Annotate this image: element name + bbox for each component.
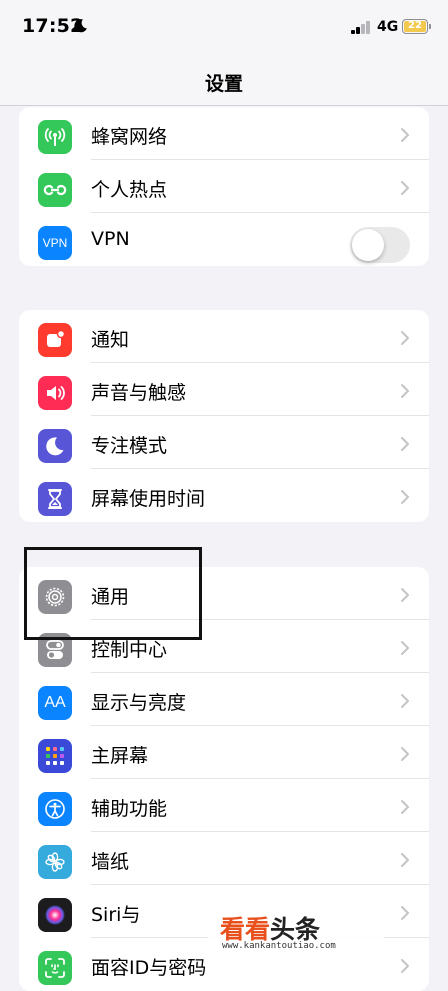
settings-row-label: 声音与触感: [91, 382, 187, 404]
chevron-right-icon: [401, 747, 409, 761]
cellular-antenna-icon: [38, 120, 72, 154]
settings-row-label: 面容ID与密码: [91, 957, 207, 979]
battery-icon: 22: [402, 19, 431, 34]
settings-row-label: 通知: [91, 329, 130, 351]
app-grid-icon: [38, 739, 72, 773]
face-id-icon: [38, 951, 72, 985]
settings-row-label: 辅助功能: [91, 798, 168, 820]
speaker-icon: [38, 376, 72, 410]
battery-level: 22: [404, 21, 426, 32]
settings-row[interactable]: VPN VPN: [19, 213, 429, 266]
settings-row-label: VPN: [91, 228, 130, 250]
page-title: 设置: [204, 73, 243, 95]
settings-row-label: Siri与: [91, 904, 141, 926]
settings-row[interactable]: 辅助功能: [19, 779, 429, 832]
settings-row[interactable]: AA 显示与亮度: [19, 673, 429, 726]
settings-row[interactable]: 通知: [19, 310, 429, 363]
watermark-url: www.kankantoutiao.com: [222, 941, 336, 951]
settings-row-label: 蜂窝网络: [91, 126, 168, 148]
settings-row[interactable]: 蜂窝网络: [19, 107, 429, 160]
watermark: 看看头条 www.kankantoutiao.com: [208, 908, 384, 958]
network-type: 4G: [377, 19, 399, 35]
chevron-right-icon: [401, 959, 409, 973]
vpn-toggle[interactable]: [350, 227, 410, 263]
chevron-right-icon: [401, 641, 409, 655]
flower-icon: [38, 845, 72, 879]
settings-row[interactable]: 主屏幕: [19, 726, 429, 779]
settings-row-label: 显示与亮度: [91, 692, 187, 714]
hourglass-icon: [38, 482, 72, 516]
chevron-right-icon: [401, 800, 409, 814]
icon-text: AA: [44, 694, 66, 711]
settings-row-label: 屏幕使用时间: [91, 488, 206, 510]
settings-row[interactable]: 屏幕使用时间: [19, 469, 429, 522]
hotspot-link-icon: [38, 173, 72, 207]
icon-text: VPN: [42, 236, 68, 250]
chevron-right-icon: [401, 588, 409, 602]
settings-row-label: 墙纸: [91, 851, 130, 873]
focus-moon-icon: [74, 19, 87, 33]
chevron-right-icon: [401, 331, 409, 345]
settings-row-label: 个人热点: [91, 179, 168, 201]
annotation-highlight-box: [24, 547, 202, 640]
chevron-right-icon: [401, 853, 409, 867]
settings-row-label: 主屏幕: [91, 745, 149, 767]
chevron-right-icon: [401, 694, 409, 708]
siri-icon: [38, 898, 72, 932]
settings-group-notifications: 通知声音与触感专注模式屏幕使用时间: [19, 310, 429, 522]
settings-group-connectivity: 蜂窝网络个人热点 VPN VPN: [19, 107, 429, 266]
chevron-right-icon: [401, 906, 409, 920]
chevron-right-icon: [401, 384, 409, 398]
settings-row[interactable]: 个人热点: [19, 160, 429, 213]
toggle-knob: [352, 229, 384, 261]
accessibility-icon: [38, 792, 72, 826]
vpn-icon: VPN: [38, 226, 72, 260]
watermark-brand-orange: 看看: [220, 915, 271, 944]
cellular-signal-icon: [351, 21, 371, 34]
text-size-icon: AA: [38, 686, 72, 720]
watermark-brand-dark: 头条: [270, 915, 321, 944]
chevron-right-icon: [401, 181, 409, 195]
settings-row[interactable]: 声音与触感: [19, 363, 429, 416]
settings-row-label: 专注模式: [91, 435, 168, 457]
chevron-right-icon: [401, 490, 409, 504]
navigation-bar: 设置: [0, 58, 448, 106]
settings-row[interactable]: 专注模式: [19, 416, 429, 469]
notification-bell-icon: [38, 323, 72, 357]
chevron-right-icon: [401, 437, 409, 451]
status-bar: 17:52 4G 22: [0, 0, 448, 58]
settings-row[interactable]: 墙纸: [19, 832, 429, 885]
chevron-right-icon: [401, 128, 409, 142]
moon-icon: [38, 429, 72, 463]
